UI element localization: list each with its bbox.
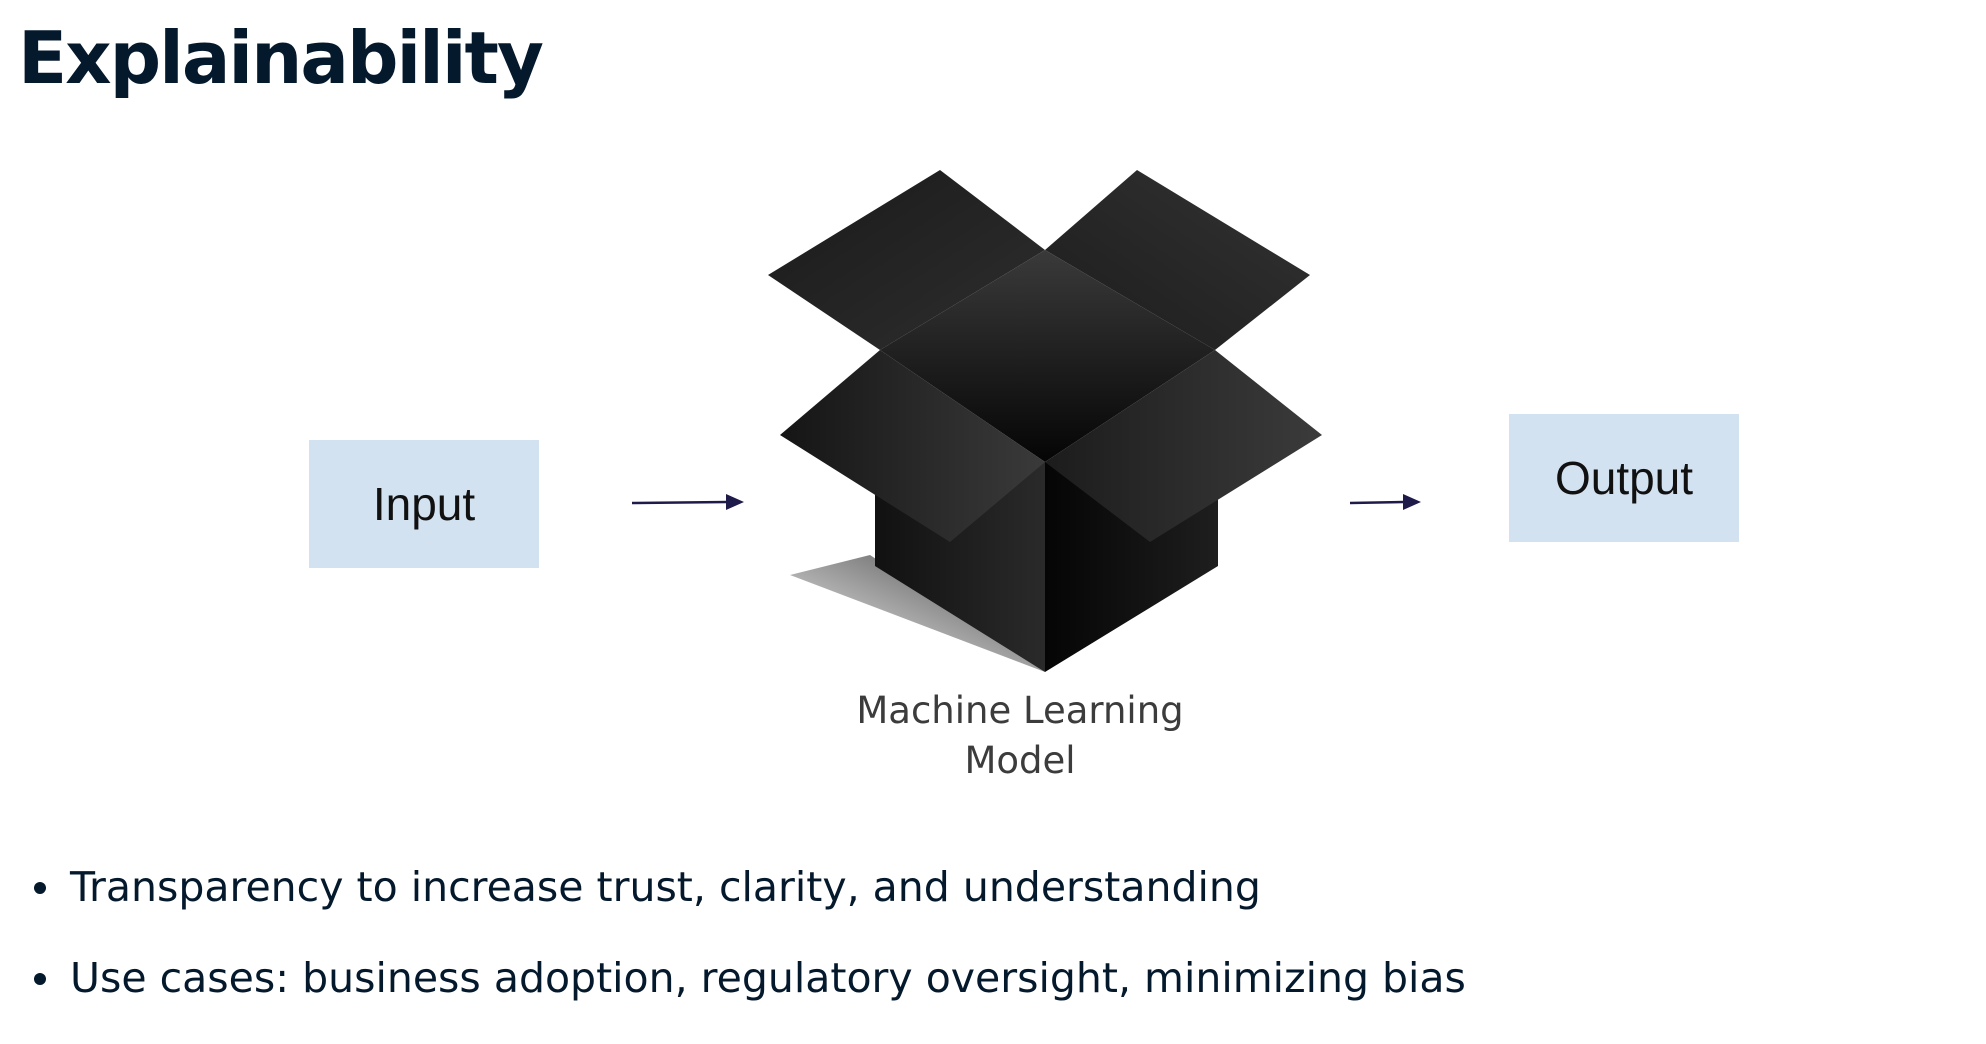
bullet-text: Use cases: business adoption, regulatory… [70,954,1466,1002]
bullet-item: Use cases: business adoption, regulatory… [30,953,1466,1003]
model-label: Machine Learning Model [820,686,1220,786]
bullet-text: Transparency to increase trust, clarity,… [70,863,1261,911]
output-label: Output [1554,452,1694,504]
bullet-dot-icon [34,973,46,985]
black-box-icon [768,170,1322,672]
arrow-input-to-model [631,494,744,510]
arrow-model-to-output [1349,494,1421,510]
bullet-dot-icon [34,882,46,894]
model-label-line1: Machine Learning [856,689,1184,732]
bullet-list: Transparency to increase trust, clarity,… [30,862,1466,1044]
model-label-line2: Model [964,739,1076,782]
bullet-item: Transparency to increase trust, clarity,… [30,862,1466,912]
output-box: Output [1509,414,1739,542]
